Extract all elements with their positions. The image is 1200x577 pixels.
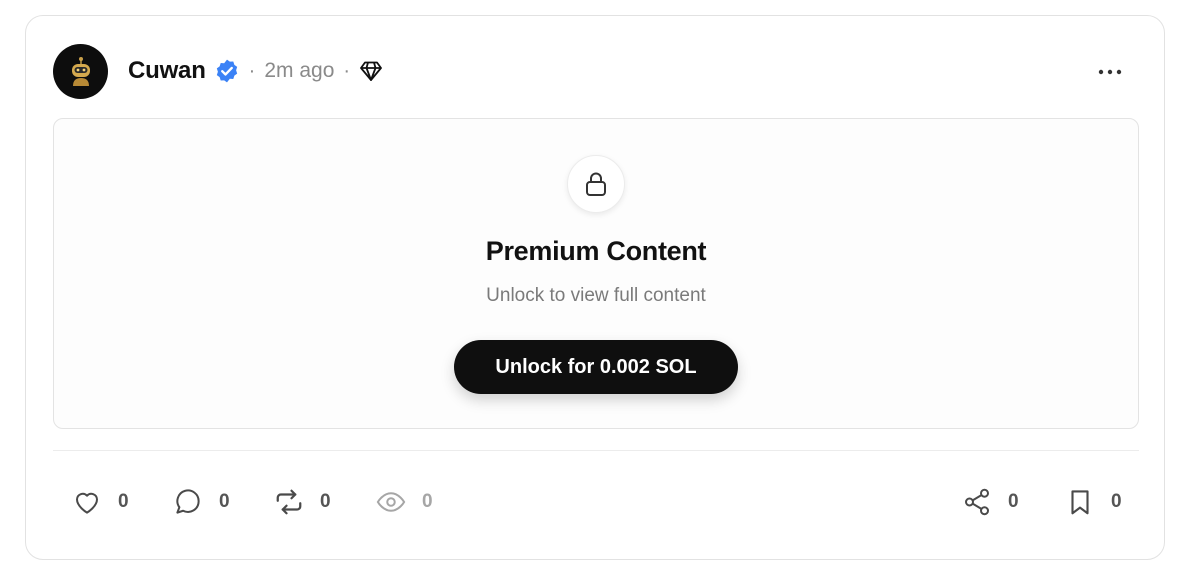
separator-dot: · — [248, 60, 256, 82]
premium-content-panel: Premium Content Unlock to view full cont… — [53, 118, 1139, 429]
comment-icon — [176, 489, 200, 514]
avatar[interactable] — [53, 43, 108, 99]
comment-button[interactable]: 0 — [173, 482, 230, 522]
premium-subtitle: Unlock to view full content — [486, 285, 706, 306]
unlock-button[interactable]: Unlock for 0.002 SOL — [454, 340, 738, 394]
divider — [53, 450, 1139, 451]
heart-icon — [76, 492, 98, 514]
more-horizontal-icon — [1098, 69, 1122, 75]
comment-count: 0 — [219, 491, 230, 512]
share-icon — [965, 488, 989, 516]
bookmark-icon — [1071, 490, 1089, 515]
views-count: 0 — [422, 491, 433, 512]
action-bar: 0 0 0 0 0 0 — [26, 482, 1164, 522]
like-button[interactable]: 0 — [72, 482, 129, 522]
robot-avatar-icon — [71, 57, 90, 86]
lock-icon — [567, 155, 625, 213]
more-options-button[interactable] — [1096, 58, 1124, 86]
share-button[interactable]: 0 — [962, 482, 1019, 522]
repost-icon — [276, 489, 302, 515]
diamond-icon — [359, 58, 385, 84]
author-name[interactable]: Cuwan — [128, 57, 206, 85]
post-timestamp: 2m ago — [264, 59, 335, 82]
repost-button[interactable]: 0 — [274, 482, 331, 522]
bookmark-count: 0 — [1111, 491, 1122, 512]
eye-icon — [376, 492, 406, 512]
post-card: Cuwan · 2m ago · Premium Content Unlock … — [25, 15, 1165, 560]
like-count: 0 — [118, 491, 129, 512]
repost-count: 0 — [320, 491, 331, 512]
separator-dot: · — [343, 60, 351, 82]
verified-icon — [214, 58, 240, 84]
bookmark-button[interactable]: 0 — [1065, 482, 1122, 522]
share-count: 0 — [1008, 491, 1019, 512]
premium-title: Premium Content — [485, 236, 707, 266]
views-indicator: 0 — [376, 482, 433, 522]
post-header: Cuwan · 2m ago · — [53, 43, 385, 99]
